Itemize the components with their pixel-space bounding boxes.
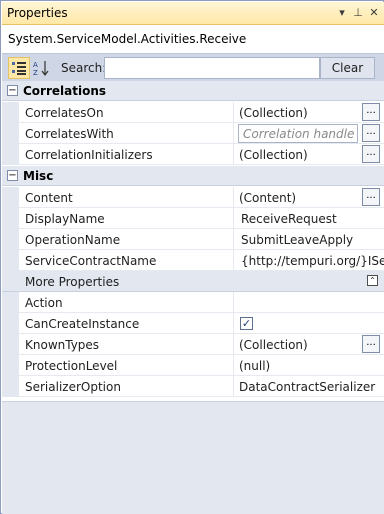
categorized-icon bbox=[12, 62, 26, 75]
sort-az-icon: A Z bbox=[33, 61, 49, 77]
property-row-correlationinitializers[interactable]: CorrelationInitializers (Collection) ... bbox=[2, 144, 384, 165]
property-value[interactable]: DataContractSerializer bbox=[234, 376, 384, 397]
search-input[interactable] bbox=[104, 57, 320, 79]
toolbar: A Z Search: Clear bbox=[2, 53, 384, 81]
property-row-serializeroption[interactable]: SerializerOption DataContractSerializer bbox=[2, 376, 384, 397]
more-properties-label: More Properties bbox=[25, 275, 120, 289]
property-value[interactable]: ReceiveRequest bbox=[234, 208, 384, 229]
property-value[interactable]: (null) bbox=[234, 355, 384, 376]
collapse-icon[interactable]: − bbox=[7, 85, 18, 96]
dropdown-icon[interactable]: ▾ bbox=[335, 5, 349, 21]
property-row-servicecontractname[interactable]: ServiceContractName {http://tempuri.org/… bbox=[2, 250, 384, 271]
property-row-knowntypes[interactable]: KnownTypes (Collection) ... bbox=[2, 334, 384, 355]
category-label: Misc bbox=[23, 169, 54, 183]
property-row-cancreateinstance[interactable]: CanCreateInstance ✓ bbox=[2, 313, 384, 334]
property-name: Action bbox=[19, 292, 234, 313]
svg-text:Z: Z bbox=[33, 69, 38, 77]
category-label: Correlations bbox=[23, 84, 107, 98]
property-name: CanCreateInstance bbox=[19, 313, 234, 334]
property-name: ProtectionLevel bbox=[19, 355, 234, 376]
property-row-content[interactable]: Content (Content) ... bbox=[2, 187, 384, 208]
ellipsis-button[interactable]: ... bbox=[362, 335, 380, 353]
property-name: CorrelatesWith bbox=[19, 123, 234, 144]
title-bar[interactable]: Properties ▾ ⊥ ✕ bbox=[2, 2, 384, 25]
ellipsis-button[interactable]: ... bbox=[362, 103, 380, 121]
ellipsis-button[interactable]: ... bbox=[362, 145, 380, 163]
ellipsis-button[interactable]: ... bbox=[362, 188, 380, 206]
category-correlations[interactable]: − Correlations bbox=[2, 81, 384, 101]
property-name: ServiceContractName bbox=[19, 250, 234, 271]
clear-button[interactable]: Clear bbox=[320, 57, 375, 79]
category-misc[interactable]: − Misc bbox=[2, 166, 384, 186]
property-row-action[interactable]: Action bbox=[2, 292, 384, 313]
search-label: Search: bbox=[61, 61, 107, 75]
property-name: DisplayName bbox=[19, 208, 234, 229]
property-row-correlateson[interactable]: CorrelatesOn (Collection) ... bbox=[2, 102, 384, 123]
pin-icon[interactable]: ⊥ bbox=[351, 5, 365, 21]
correlation-handle-input[interactable]: Correlation handle bbox=[238, 124, 358, 143]
property-value[interactable]: SubmitLeaveApply bbox=[234, 229, 384, 250]
property-row-operationname[interactable]: OperationName SubmitLeaveApply bbox=[2, 229, 384, 250]
property-value-cell bbox=[234, 313, 384, 334]
properties-window: Properties ▾ ⊥ ✕ System.ServiceModel.Act… bbox=[0, 0, 384, 514]
collapse-icon[interactable]: − bbox=[7, 170, 18, 181]
description-pane bbox=[2, 401, 384, 514]
property-name: SerializerOption bbox=[19, 376, 234, 397]
selected-object-name: System.ServiceModel.Activities.Receive bbox=[2, 25, 384, 53]
property-name: OperationName bbox=[19, 229, 234, 250]
property-value[interactable]: {http://tempuri.org/}IServi bbox=[234, 250, 384, 271]
property-name: CorrelatesOn bbox=[19, 102, 234, 123]
categorized-view-button[interactable] bbox=[8, 57, 30, 79]
collapse-up-icon[interactable]: ⌃ bbox=[367, 275, 378, 286]
window-title: Properties bbox=[7, 6, 68, 20]
alphabetical-view-button[interactable]: A Z bbox=[30, 57, 52, 79]
property-row-protectionlevel[interactable]: ProtectionLevel (null) bbox=[2, 355, 384, 376]
property-name: Content bbox=[19, 187, 234, 208]
property-row-correlateswith[interactable]: CorrelatesWith Correlation handle ... bbox=[2, 123, 384, 144]
more-properties-header[interactable]: More Properties ⌃ bbox=[2, 271, 384, 292]
ellipsis-button[interactable]: ... bbox=[362, 124, 380, 142]
close-icon[interactable]: ✕ bbox=[367, 5, 381, 21]
property-value[interactable] bbox=[234, 292, 384, 313]
property-grid: − Correlations CorrelatesOn (Collection)… bbox=[2, 81, 384, 401]
property-name: CorrelationInitializers bbox=[19, 144, 234, 165]
cancreateinstance-checkbox[interactable]: ✓ bbox=[240, 317, 253, 330]
svg-text:A: A bbox=[33, 61, 38, 69]
property-name: KnownTypes bbox=[19, 334, 234, 355]
property-row-displayname[interactable]: DisplayName ReceiveRequest bbox=[2, 208, 384, 229]
